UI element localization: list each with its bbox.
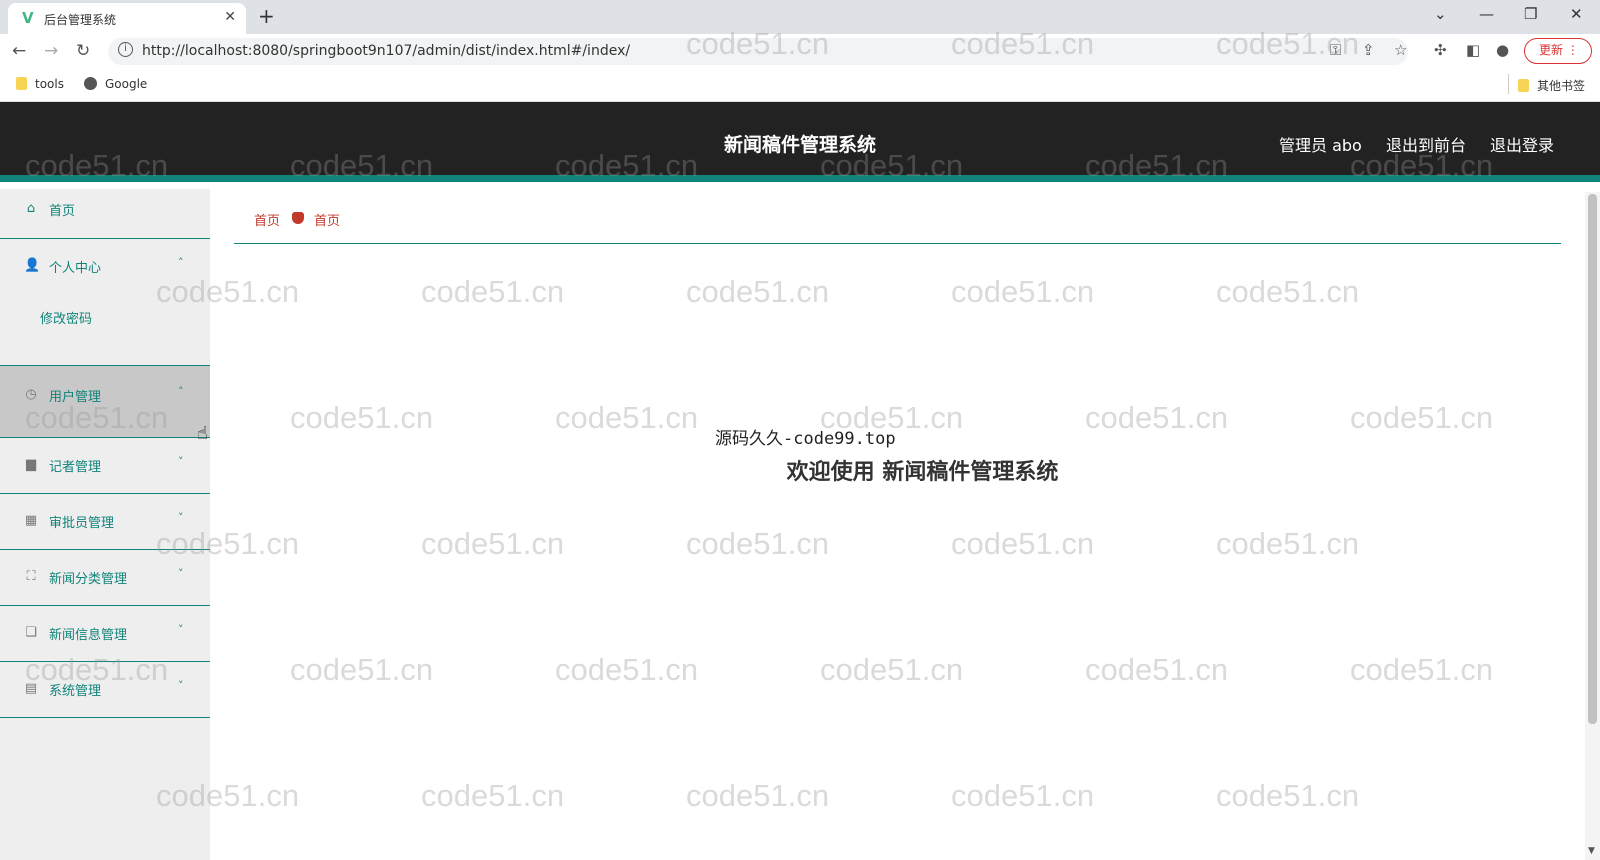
bookmark-tools[interactable]: tools <box>16 77 64 91</box>
exit-to-front-link[interactable]: 退出到前台 <box>1386 132 1466 156</box>
sidebar-item-label: 首页 <box>49 204 76 219</box>
bookmark-google[interactable]: Google <box>84 77 147 91</box>
sidebar-item-users[interactable]: ◷ 用户管理 ˄ <box>0 366 210 438</box>
sidebar-item-reporters[interactable]: ▆ 记者管理 ˅ <box>0 438 210 494</box>
sidebar-subitem-change-password[interactable]: 修改密码 <box>40 308 92 327</box>
app-header: 新闻稿件管理系统 管理员 abo 退出到前台 退出登录 <box>0 102 1600 182</box>
main-content: 首页 首页 源码久久-code99.top 欢迎使用 新闻稿件管理系统 <box>234 192 1561 860</box>
logout-link[interactable]: 退出登录 <box>1490 132 1554 156</box>
sidebar-item-system[interactable]: ▤ 系统管理 ˅ <box>0 662 210 718</box>
site-info-icon[interactable]: i <box>118 42 133 57</box>
sidebar-item-label: 新闻信息管理 <box>49 628 128 643</box>
browser-tabstrip: V 后台管理系统 ✕ + ⌄ — ❐ ✕ <box>0 0 1600 34</box>
grid-icon: ▦ <box>24 513 38 528</box>
sidebar: ⌂ 首页 👤 个人中心 ˄ 修改密码 ◷ 用户管理 ˄ ▆ 记者管理 ˅ ▦ 审… <box>0 189 210 860</box>
extensions-icon[interactable]: ✣ <box>1434 41 1447 59</box>
tab-search-icon[interactable]: ⌄ <box>1434 5 1447 23</box>
folder-icon <box>16 77 27 90</box>
system-icon: ▤ <box>24 681 38 696</box>
user-manage-icon: ◷ <box>25 387 37 402</box>
sidebar-item-news-info[interactable]: ❏ 新闻信息管理 ˅ <box>0 606 210 662</box>
url-text: http://localhost:8080/springboot9n107/ad… <box>142 43 631 59</box>
sidebar-item-profile[interactable]: 👤 个人中心 ˄ 修改密码 <box>0 239 210 366</box>
vue-favicon-icon: V <box>22 9 34 27</box>
back-icon[interactable]: ← <box>12 41 26 61</box>
share-icon[interactable]: ⇪ <box>1362 41 1375 59</box>
update-button[interactable]: 更新 ⋮ <box>1524 38 1592 64</box>
breadcrumb-item: 首页 <box>314 214 341 229</box>
page-scrollbar[interactable]: ▼ <box>1585 192 1600 860</box>
forward-icon[interactable]: → <box>44 41 58 61</box>
user-icon: 👤 <box>24 258 41 273</box>
chevron-up-icon: ˄ <box>178 385 184 398</box>
chevron-down-icon: ˅ <box>178 679 184 692</box>
scrollbar-thumb[interactable] <box>1588 194 1597 724</box>
new-tab-icon[interactable]: + <box>258 4 275 28</box>
breadcrumb: 首页 首页 <box>234 192 1561 244</box>
sidebar-item-label: 审批员管理 <box>49 516 115 531</box>
window-close-icon[interactable]: ✕ <box>1570 5 1583 23</box>
promo-text: 源码久久-code99.top <box>715 429 896 449</box>
bookmark-divider <box>1508 74 1509 94</box>
folder-icon <box>1518 79 1529 92</box>
chevron-down-icon: ˅ <box>178 511 184 524</box>
globe-icon <box>84 77 97 90</box>
sidebar-item-home[interactable]: ⌂ 首页 <box>0 189 210 239</box>
chevron-down-icon: ˅ <box>178 623 184 636</box>
address-bar[interactable]: i http://localhost:8080/springboot9n107/… <box>108 38 1408 65</box>
browser-tab[interactable]: V 后台管理系统 ✕ <box>8 3 246 34</box>
welcome-message: 欢迎使用 新闻稿件管理系统 <box>786 460 1059 485</box>
hand-cursor-icon: ☝ <box>197 423 208 444</box>
breadcrumb-separator-icon <box>292 212 304 224</box>
update-label: 更新 <box>1539 43 1564 57</box>
key-icon[interactable]: ⚿ <box>1330 41 1341 59</box>
minimize-icon[interactable]: — <box>1479 5 1494 23</box>
reporter-icon: ▆ <box>26 457 36 472</box>
sidebar-item-approvers[interactable]: ▦ 审批员管理 ˅ <box>0 494 210 550</box>
other-bookmarks[interactable]: 其他书签 <box>1518 77 1585 94</box>
reload-icon[interactable]: ↻ <box>76 41 90 61</box>
bookmark-label: tools <box>35 77 64 91</box>
browser-toolbar: ← → ↻ i http://localhost:8080/springboot… <box>0 34 1600 68</box>
sidebar-item-label: 系统管理 <box>49 684 102 699</box>
news-icon: ❏ <box>25 625 37 640</box>
sidebar-item-news-category[interactable]: ⛶ 新闻分类管理 ˅ <box>0 550 210 606</box>
chevron-down-icon: ˅ <box>178 567 184 580</box>
tab-close-icon[interactable]: ✕ <box>224 9 236 25</box>
sidebar-item-label: 个人中心 <box>49 261 102 276</box>
sidepanel-icon[interactable]: ◧ <box>1466 41 1480 59</box>
chevron-up-icon: ˄ <box>178 256 184 269</box>
sidebar-item-label: 记者管理 <box>49 460 102 475</box>
bookmark-label: Google <box>105 77 148 91</box>
bookmark-label: 其他书签 <box>1537 79 1586 93</box>
profile-icon[interactable]: ● <box>1496 41 1509 59</box>
scroll-down-arrow-icon[interactable]: ▼ <box>1588 846 1595 856</box>
star-icon[interactable]: ☆ <box>1394 41 1407 59</box>
admin-user-label: 管理员 abo <box>1279 136 1362 155</box>
bookmarks-bar: tools Google 其他书签 <box>0 68 1600 102</box>
sidebar-item-label: 用户管理 <box>49 390 102 405</box>
category-icon: ⛶ <box>26 569 36 584</box>
breadcrumb-item[interactable]: 首页 <box>254 210 280 229</box>
tab-title: 后台管理系统 <box>44 13 117 27</box>
home-icon: ⌂ <box>26 201 36 216</box>
restore-icon[interactable]: ❐ <box>1524 5 1537 23</box>
sidebar-item-label: 新闻分类管理 <box>49 572 128 587</box>
chevron-down-icon: ˅ <box>178 455 184 468</box>
